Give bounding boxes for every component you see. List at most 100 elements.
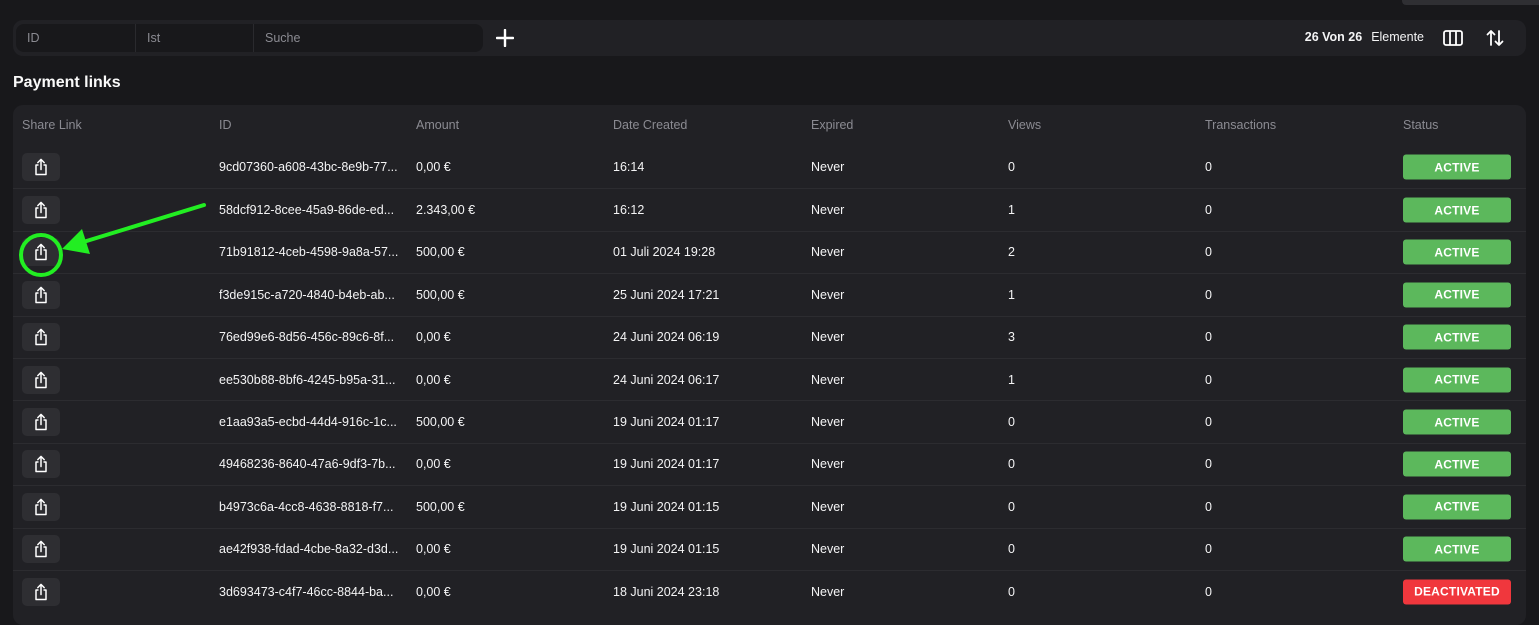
column-header-date-created[interactable]: Date Created xyxy=(613,118,687,132)
table-row[interactable]: 3d693473-c4f7-46cc-8844-ba... 0,00 € 18 Ju… xyxy=(13,570,1526,612)
table-row[interactable]: 71b91812-4ceb-4598-9a8a-57... 500,00 € 01 … xyxy=(13,230,1526,273)
cell-date: 01 Juli 2024 19:28 xyxy=(613,245,716,260)
status-badge: ACTIVE xyxy=(1403,494,1511,520)
share-link-button[interactable] xyxy=(22,196,60,225)
cell-id: 58dcf912-8cee-45a9-86de-ed... xyxy=(219,203,395,218)
table-row[interactable]: f3de915c-a720-4840-b4eb-ab... 500,00 € 25 … xyxy=(13,273,1526,315)
column-header-status[interactable]: Status xyxy=(1403,118,1438,132)
share-icon xyxy=(35,244,47,261)
cell-expired: Never xyxy=(811,330,845,345)
table-row[interactable]: b4973c6a-4cc8-4638-8818-f7... 500,00 € 19 … xyxy=(13,485,1526,527)
status-badge: ACTIVE xyxy=(1403,154,1511,180)
cell-expired: Never xyxy=(811,415,845,430)
cell-amount: 0,00 € xyxy=(416,542,451,557)
share-link-button[interactable] xyxy=(22,323,60,352)
table-row[interactable]: ae42f938-fdad-4cbe-8a32-d3d... 0,00 € 19 J… xyxy=(13,527,1526,570)
payment-links-table: Share Link ID Amount Date Created Expire… xyxy=(13,105,1526,625)
cell-transactions: 0 xyxy=(1205,542,1212,557)
cell-id: 76ed99e6-8d56-456c-89c6-8f... xyxy=(219,330,395,345)
share-link-button[interactable] xyxy=(22,238,60,267)
cell-date: 24 Juni 2024 06:19 xyxy=(613,330,720,345)
share-link-button[interactable] xyxy=(22,280,60,309)
share-icon xyxy=(35,498,47,516)
cell-views: 0 xyxy=(1008,415,1015,430)
cell-id: 9cd07360-a608-43bc-8e9b-77... xyxy=(219,160,398,175)
cell-id: 49468236-8640-47a6-9df3-7b... xyxy=(219,457,396,472)
share-link-button[interactable] xyxy=(22,492,60,521)
cell-views: 0 xyxy=(1008,160,1015,175)
column-header-views[interactable]: Views xyxy=(1008,118,1041,132)
column-header-share-link[interactable]: Share Link xyxy=(22,118,82,132)
cell-transactions: 0 xyxy=(1205,287,1212,302)
share-link-button[interactable] xyxy=(22,408,60,437)
table-row[interactable]: 9cd07360-a608-43bc-8e9b-77... 0,00 € 16:14… xyxy=(13,146,1526,188)
cell-date: 19 Juni 2024 01:17 xyxy=(613,415,720,430)
share-link-button[interactable] xyxy=(22,577,60,606)
share-icon xyxy=(35,286,47,304)
cell-transactions: 0 xyxy=(1205,203,1212,218)
cell-transactions: 0 xyxy=(1205,457,1212,472)
table-row[interactable]: 76ed99e6-8d56-456c-89c6-8f... 0,00 € 24 Ju… xyxy=(13,315,1526,358)
status-badge: ACTIVE xyxy=(1403,451,1511,477)
table-row[interactable]: 58dcf912-8cee-45a9-86de-ed... 2.343,00 € 1… xyxy=(13,188,1526,230)
cell-date: 16:12 xyxy=(613,203,645,218)
column-header-amount[interactable]: Amount xyxy=(416,118,459,132)
cell-views: 3 xyxy=(1008,330,1015,345)
cell-date: 25 Juni 2024 17:21 xyxy=(613,287,720,302)
sort-button[interactable] xyxy=(1483,26,1507,50)
cell-id: ae42f938-fdad-4cbe-8a32-d3d... xyxy=(219,542,399,557)
cell-transactions: 0 xyxy=(1205,245,1212,260)
plus-icon xyxy=(496,29,514,47)
cell-amount: 0,00 € xyxy=(416,457,451,472)
cell-amount: 0,00 € xyxy=(416,372,451,387)
cell-id: b4973c6a-4cc8-4638-8818-f7... xyxy=(219,499,394,514)
column-header-id[interactable]: ID xyxy=(219,118,232,132)
cell-expired: Never xyxy=(811,542,845,557)
column-header-transactions[interactable]: Transactions xyxy=(1205,118,1276,132)
cell-date: 16:14 xyxy=(613,160,645,175)
cell-views: 1 xyxy=(1008,287,1015,302)
cell-views: 1 xyxy=(1008,203,1015,218)
cell-id: f3de915c-a720-4840-b4eb-ab... xyxy=(219,287,395,302)
status-badge: ACTIVE xyxy=(1403,324,1511,350)
cell-date: 24 Juni 2024 06:17 xyxy=(613,372,720,387)
table-row[interactable]: ee530b88-8bf6-4245-b95a-31... 0,00 € 24 Ju… xyxy=(13,358,1526,400)
share-link-button[interactable] xyxy=(22,153,60,182)
status-badge: ACTIVE xyxy=(1403,409,1511,435)
cell-amount: 2.343,00 € xyxy=(416,203,476,218)
add-filter-button[interactable] xyxy=(494,25,516,51)
share-link-button[interactable] xyxy=(22,365,60,394)
cell-expired: Never xyxy=(811,457,845,472)
share-icon xyxy=(35,583,47,600)
share-icon xyxy=(35,413,47,431)
cell-views: 0 xyxy=(1008,584,1015,599)
cell-expired: Never xyxy=(811,203,845,218)
cell-transactions: 0 xyxy=(1205,584,1212,599)
table-row[interactable]: e1aa93a5-ecbd-44d4-916c-1c... 500,00 € 19 … xyxy=(13,400,1526,442)
item-count-suffix: Elemente xyxy=(1371,30,1424,44)
status-badge: ACTIVE xyxy=(1403,367,1511,393)
filter-ist-input[interactable] xyxy=(136,24,254,52)
filter-id-input[interactable] xyxy=(16,24,136,52)
cell-transactions: 0 xyxy=(1205,372,1212,387)
cell-amount: 500,00 € xyxy=(416,415,465,430)
table-row[interactable]: 49468236-8640-47a6-9df3-7b... 0,00 € 19 Ju… xyxy=(13,442,1526,485)
cell-expired: Never xyxy=(811,245,845,260)
share-link-button[interactable] xyxy=(22,450,60,479)
cell-transactions: 0 xyxy=(1205,160,1212,175)
cell-date: 19 Juni 2024 01:15 xyxy=(613,499,720,514)
cell-views: 0 xyxy=(1008,542,1015,557)
status-badge: ACTIVE xyxy=(1403,197,1511,223)
filter-inputs xyxy=(16,24,483,52)
search-input[interactable] xyxy=(254,24,483,52)
cell-amount: 0,00 € xyxy=(416,330,451,345)
status-badge: DEACTIVATED xyxy=(1403,579,1511,605)
column-header-expired[interactable]: Expired xyxy=(811,118,853,132)
page-title: Payment links xyxy=(13,74,121,91)
cell-amount: 500,00 € xyxy=(416,287,465,302)
cell-expired: Never xyxy=(811,287,845,302)
columns-button[interactable] xyxy=(1441,26,1465,50)
share-icon xyxy=(35,540,47,558)
cell-amount: 500,00 € xyxy=(416,245,465,260)
share-link-button[interactable] xyxy=(22,535,60,564)
